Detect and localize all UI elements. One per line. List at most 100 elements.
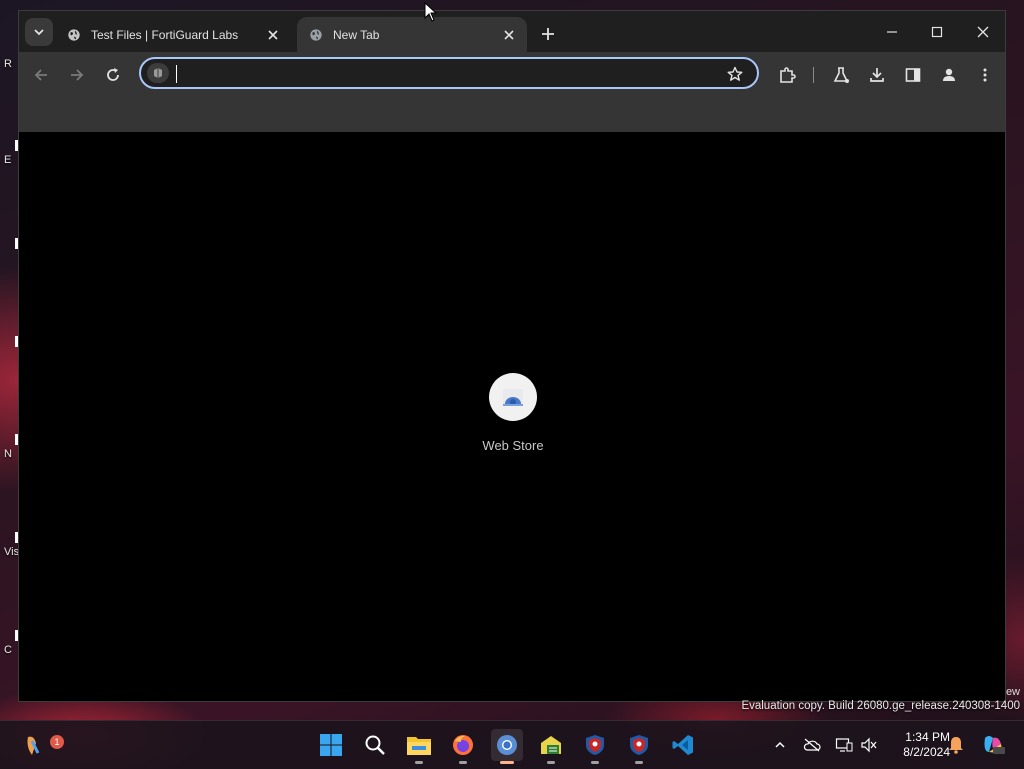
desktop-icon-label: Vis	[4, 546, 20, 558]
close-tab-button[interactable]	[501, 27, 517, 43]
shortcut-label: Web Store	[482, 438, 544, 453]
minimize-button[interactable]	[875, 19, 909, 45]
tab-title: New Tab	[333, 27, 380, 42]
reload-button[interactable]	[101, 63, 125, 87]
shield-app-2-icon	[630, 735, 648, 755]
new-tab-button[interactable]	[537, 23, 559, 45]
plus-icon	[542, 28, 554, 40]
download-icon	[870, 68, 884, 82]
network-tray-button[interactable]	[834, 735, 854, 755]
running-indicator	[547, 761, 555, 764]
search-icon	[365, 735, 385, 755]
running-indicator	[635, 761, 643, 764]
tab-strip: Test Files | FortiGuard Labs New Tab	[19, 11, 1005, 52]
close-tab-button[interactable]	[265, 27, 281, 43]
shield-app-2-button[interactable]	[623, 729, 655, 764]
volume-muted-icon	[861, 737, 877, 753]
web-store-icon	[503, 389, 523, 406]
file-explorer-icon	[407, 737, 431, 755]
shield-app-icon	[586, 735, 604, 755]
copilot-icon	[984, 736, 1005, 754]
shortcut-tile	[489, 373, 537, 421]
weather-icon	[27, 736, 40, 755]
extensions-button[interactable]	[775, 63, 799, 87]
close-icon	[268, 29, 278, 40]
vscode-icon	[672, 735, 693, 755]
evaluation-watermark: Evaluation copy. Build 26080.ge_release.…	[741, 700, 1020, 712]
downloads-button[interactable]	[865, 63, 889, 87]
chevron-up-icon	[775, 741, 785, 748]
tab-title: Test Files | FortiGuard Labs	[91, 27, 239, 42]
chevron-down-icon	[34, 29, 44, 36]
taskbar: 1 1:34 PM 8/2/2024	[0, 720, 1024, 769]
desktop-icon-fragment[interactable]: R	[4, 58, 12, 70]
labs-button[interactable]	[829, 63, 853, 87]
arrow-right-icon	[71, 69, 84, 81]
close-window-button[interactable]	[966, 19, 1000, 45]
shortcut-web-store[interactable]: Web Store	[473, 373, 553, 453]
close-icon	[504, 29, 514, 40]
vscode-button[interactable]	[667, 729, 699, 761]
clock-time: 1:34 PM	[905, 730, 950, 744]
maximize-button[interactable]	[920, 19, 954, 45]
person-icon	[943, 68, 955, 81]
side-panel-button[interactable]	[901, 63, 925, 87]
taskbar-search-button[interactable]	[359, 729, 391, 761]
file-manager-button[interactable]	[535, 729, 567, 764]
reload-icon	[107, 68, 119, 81]
address-input[interactable]	[175, 63, 719, 85]
side-panel-icon	[905, 68, 921, 82]
mouse-cursor-icon	[424, 2, 438, 22]
tab-fortiguard[interactable]: Test Files | FortiGuard Labs	[55, 17, 291, 52]
arrow-left-icon	[34, 69, 47, 81]
chrome-icon	[497, 735, 517, 755]
notifications-button[interactable]	[946, 735, 966, 755]
running-indicator	[415, 761, 423, 764]
new-tab-page: Web Store	[19, 132, 1005, 701]
flask-icon	[833, 67, 849, 83]
browser-toolbar	[19, 52, 1005, 96]
start-icon	[320, 734, 342, 756]
firefox-icon	[453, 735, 473, 755]
menu-button[interactable]	[973, 63, 997, 87]
running-indicator	[459, 761, 467, 764]
desktop-text-fragment: ew	[1005, 686, 1020, 698]
globe-icon	[68, 28, 80, 41]
clock-date: 8/2/2024	[903, 745, 950, 759]
onedrive-tray-button[interactable]	[802, 735, 822, 755]
tab-new-tab[interactable]: New Tab	[297, 17, 527, 52]
shield-app-button[interactable]	[579, 729, 611, 764]
tab-search-button[interactable]	[25, 18, 53, 46]
system-clock[interactable]: 1:34 PM 8/2/2024	[882, 730, 950, 760]
forward-button[interactable]	[65, 63, 89, 87]
volume-tray-button[interactable]	[859, 735, 879, 755]
desktop-icon-label: E	[4, 154, 12, 166]
file-manager-icon	[541, 736, 561, 754]
chrome-page-icon	[154, 68, 162, 78]
bookmark-star-button[interactable]	[725, 64, 745, 84]
site-info-button[interactable]	[147, 63, 169, 83]
running-indicator	[591, 761, 599, 764]
start-button[interactable]	[315, 729, 347, 761]
active-indicator	[500, 761, 514, 764]
text-caret	[176, 65, 177, 83]
close-icon	[977, 26, 989, 38]
maximize-icon	[931, 26, 943, 38]
toolbar-divider	[813, 67, 814, 83]
back-button[interactable]	[29, 63, 53, 87]
desktop-icon-label: C	[4, 644, 12, 656]
weather-widget[interactable]: 1	[18, 729, 64, 761]
browser-window: Test Files | FortiGuard Labs New Tab Web…	[18, 10, 1006, 702]
address-bar[interactable]	[139, 57, 759, 89]
network-icon	[835, 738, 853, 752]
file-explorer-button[interactable]	[403, 729, 435, 764]
show-hidden-icons-button[interactable]	[770, 735, 790, 755]
bookmarks-bar	[19, 96, 1005, 133]
copilot-button[interactable]	[980, 735, 1006, 755]
desktop-icon-label: R	[4, 58, 12, 70]
profile-button[interactable]	[937, 63, 961, 87]
bell-icon	[949, 737, 963, 754]
globe-icon	[310, 28, 322, 41]
firefox-button[interactable]	[447, 729, 479, 764]
chrome-button[interactable]	[491, 729, 523, 764]
